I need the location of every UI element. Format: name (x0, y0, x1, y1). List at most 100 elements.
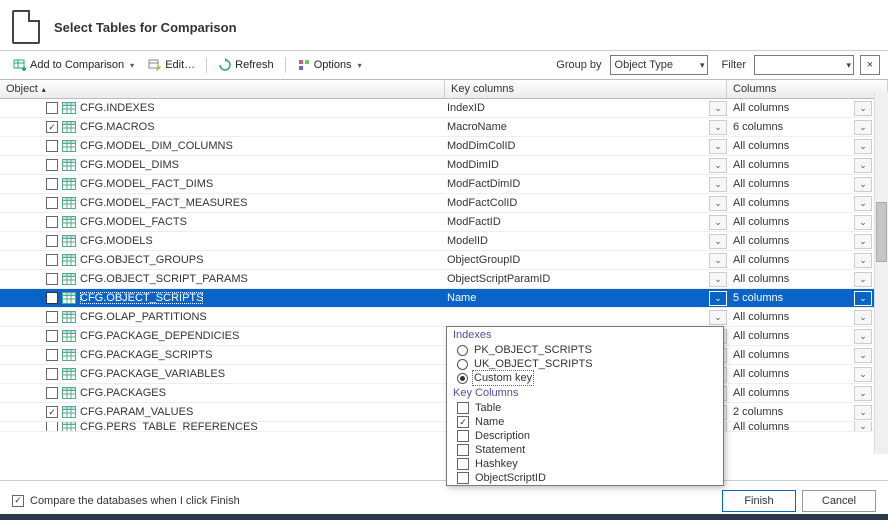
popup-checkbox[interactable] (457, 402, 469, 414)
row-columns-dropdown[interactable]: ⌄ (854, 291, 872, 306)
table-row[interactable]: CFG.PERS_TABLE_REFERENCES⌄All columns⌄ (0, 422, 888, 432)
refresh-button[interactable]: Refresh (213, 56, 279, 74)
groupby-select[interactable]: Object Type ▾ (610, 55, 708, 75)
compare-on-finish-checkbox[interactable]: ✓ (12, 495, 24, 507)
filter-input[interactable]: ▾ (754, 55, 854, 75)
row-checkbox[interactable] (46, 159, 58, 171)
row-checkbox[interactable] (46, 216, 58, 228)
table-row[interactable]: CFG.MODEL_FACT_MEASURESModFactColID⌄All … (0, 194, 888, 213)
row-columns-dropdown[interactable]: ⌄ (854, 386, 872, 401)
row-key-dropdown[interactable]: ⌄ (709, 120, 727, 135)
row-columns-dropdown[interactable]: ⌄ (854, 272, 872, 287)
row-key-dropdown[interactable]: ⌄ (709, 234, 727, 249)
row-columns-dropdown[interactable]: ⌄ (854, 234, 872, 249)
options-button[interactable]: Options (292, 56, 367, 74)
table-row[interactable]: CFG.OBJECT_SCRIPT_PARAMSObjectScriptPara… (0, 270, 888, 289)
row-key-dropdown[interactable]: ⌄ (709, 139, 727, 154)
finish-button[interactable]: Finish (722, 490, 796, 512)
row-checkbox[interactable] (46, 330, 58, 342)
row-checkbox[interactable] (46, 235, 58, 247)
row-checkbox[interactable]: ✓ (46, 121, 58, 133)
radio-button[interactable] (457, 345, 468, 356)
row-columns-dropdown[interactable]: ⌄ (854, 329, 872, 344)
row-checkbox[interactable] (46, 102, 58, 114)
table-row[interactable]: CFG.MODEL_DIMSModDimID⌄All columns⌄ (0, 156, 888, 175)
table-row[interactable]: CFG.PACKAGE_VARIABLES⌄All columns⌄ (0, 365, 888, 384)
row-checkbox[interactable] (46, 178, 58, 190)
row-columns-dropdown[interactable]: ⌄ (854, 405, 872, 420)
table-row[interactable]: ✓CFG.MACROSMacroName⌄6 columns⌄ (0, 118, 888, 137)
row-key-dropdown[interactable]: ⌄ (709, 101, 727, 116)
row-checkbox[interactable] (46, 140, 58, 152)
row-columns-dropdown[interactable]: ⌄ (854, 348, 872, 363)
table-row[interactable]: CFG.MODEL_FACT_DIMSModFactDimID⌄All colu… (0, 175, 888, 194)
popup-checkbox[interactable] (457, 430, 469, 442)
row-key-dropdown[interactable]: ⌄ (709, 310, 727, 325)
cancel-button[interactable]: Cancel (802, 490, 876, 512)
popup-checkbox[interactable] (457, 458, 469, 470)
popup-keycolumn-option[interactable]: Table (447, 401, 723, 415)
row-checkbox[interactable] (46, 368, 58, 380)
table-row[interactable]: CFG.PACKAGE_DEPENDICIES⌄All columns⌄ (0, 327, 888, 346)
popup-index-option[interactable]: UK_OBJECT_SCRIPTS (447, 357, 723, 371)
row-key-dropdown[interactable]: ⌄ (709, 177, 727, 192)
column-header-columns[interactable]: Columns (727, 80, 888, 98)
vertical-scrollbar[interactable] (874, 92, 888, 454)
add-to-comparison-button[interactable]: Add to Comparison (8, 56, 139, 74)
row-columns-dropdown[interactable]: ⌄ (854, 422, 872, 432)
row-columns-dropdown[interactable]: ⌄ (854, 367, 872, 382)
table-row[interactable]: ✓CFG.PARAM_VALUES⌄2 columns⌄ (0, 403, 888, 422)
clear-filter-button[interactable]: × (860, 55, 880, 75)
radio-button[interactable] (457, 373, 468, 384)
row-columns-dropdown[interactable]: ⌄ (854, 120, 872, 135)
row-key-dropdown[interactable]: ⌄ (709, 272, 727, 287)
table-row[interactable]: CFG.OBJECT_GROUPSObjectGroupID⌄All colum… (0, 251, 888, 270)
row-checkbox[interactable] (46, 311, 58, 323)
popup-keycolumn-option[interactable]: Hashkey (447, 457, 723, 471)
table-row[interactable]: CFG.PACKAGE_SCRIPTS⌄All columns⌄ (0, 346, 888, 365)
row-key-dropdown[interactable]: ⌄ (709, 215, 727, 230)
row-key-dropdown[interactable]: ⌄ (709, 196, 727, 211)
row-key-dropdown[interactable]: ⌄ (709, 291, 727, 306)
row-checkbox[interactable]: ✓ (46, 406, 58, 418)
popup-keycolumn-option[interactable]: Description (447, 429, 723, 443)
column-header-object[interactable]: Object ▴ (0, 80, 445, 98)
table-row[interactable]: CFG.MODELSModelID⌄All columns⌄ (0, 232, 888, 251)
row-columns-dropdown[interactable]: ⌄ (854, 101, 872, 116)
popup-keycolumn-option[interactable]: ObjectScriptID (447, 471, 723, 485)
row-columns-dropdown[interactable]: ⌄ (854, 196, 872, 211)
table-row[interactable]: CFG.MODEL_DIM_COLUMNSModDimColID⌄All col… (0, 137, 888, 156)
row-checkbox[interactable] (46, 387, 58, 399)
popup-index-option[interactable]: PK_OBJECT_SCRIPTS (447, 343, 723, 357)
table-row[interactable]: CFG.MODEL_FACTSModFactID⌄All columns⌄ (0, 213, 888, 232)
row-columns-dropdown[interactable]: ⌄ (854, 177, 872, 192)
row-checkbox[interactable] (46, 422, 58, 432)
row-columns-dropdown[interactable]: ⌄ (854, 139, 872, 154)
table-row[interactable]: CFG.PACKAGES⌄All columns⌄ (0, 384, 888, 403)
row-columns-dropdown[interactable]: ⌄ (854, 253, 872, 268)
radio-button[interactable] (457, 359, 468, 370)
filter-label: Filter (722, 59, 746, 71)
edit-button[interactable]: Edit… (143, 56, 200, 74)
row-key-dropdown[interactable]: ⌄ (709, 158, 727, 173)
popup-checkbox[interactable] (457, 472, 469, 484)
row-checkbox[interactable] (46, 254, 58, 266)
row-checkbox[interactable] (46, 197, 58, 209)
popup-keycolumn-option[interactable]: Statement (447, 443, 723, 457)
popup-checkbox[interactable]: ✓ (457, 416, 469, 428)
table-row[interactable]: CFG.INDEXESIndexID⌄All columns⌄ (0, 99, 888, 118)
popup-checkbox[interactable] (457, 444, 469, 456)
popup-keycolumn-option[interactable]: ✓Name (447, 415, 723, 429)
row-checkbox[interactable]: ✓ (46, 292, 58, 304)
table-row[interactable]: ✓CFG.OBJECT_SCRIPTSName⌄5 columns⌄ (0, 289, 888, 308)
table-row[interactable]: CFG.OLAP_PARTITIONS⌄All columns⌄ (0, 308, 888, 327)
row-key-dropdown[interactable]: ⌄ (709, 253, 727, 268)
row-columns-dropdown[interactable]: ⌄ (854, 310, 872, 325)
popup-index-option[interactable]: Custom key (447, 371, 723, 385)
row-columns-dropdown[interactable]: ⌄ (854, 215, 872, 230)
row-checkbox[interactable] (46, 273, 58, 285)
scrollbar-thumb[interactable] (876, 202, 887, 262)
row-columns-dropdown[interactable]: ⌄ (854, 158, 872, 173)
row-checkbox[interactable] (46, 349, 58, 361)
column-header-key[interactable]: Key columns (445, 80, 727, 98)
